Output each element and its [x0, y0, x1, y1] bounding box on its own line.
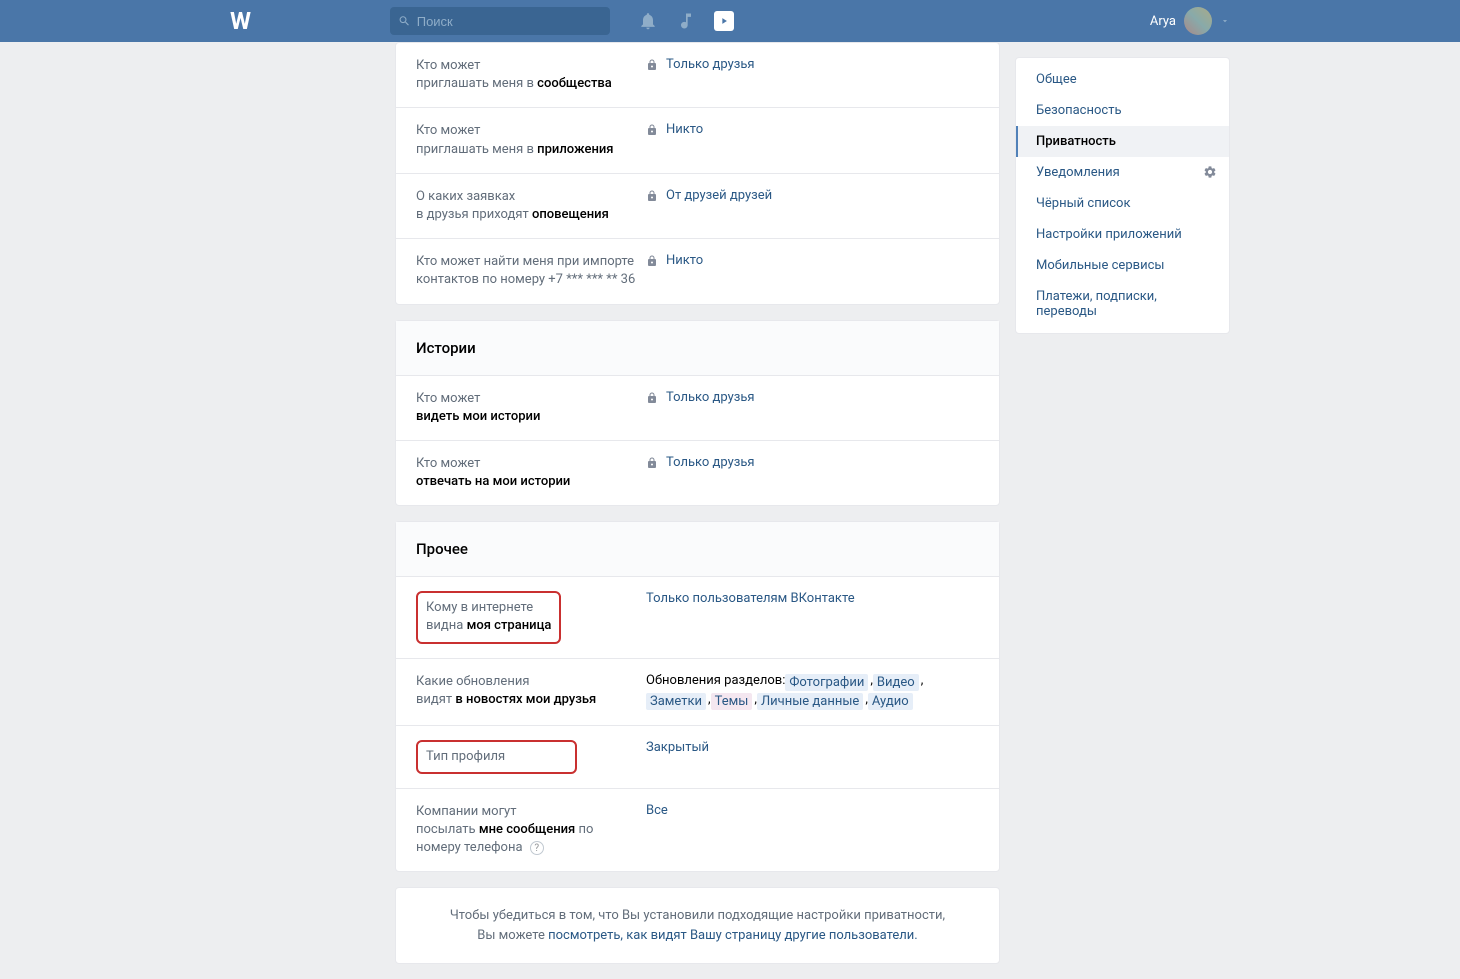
nav-item[interactable]: Платежи, подписки, переводы: [1016, 281, 1229, 327]
privacy-row: Кто можетвидеть мои историиТолько друзья: [396, 376, 999, 441]
privacy-row: Кто может найти меня при импортеконтакто…: [396, 239, 999, 303]
update-tag[interactable]: Фотографии: [785, 674, 868, 691]
section-title-other: Прочее: [396, 522, 999, 577]
header: W Arya: [0, 0, 1460, 42]
privacy-row: Кто можетприглашать меня в сообществаТол…: [396, 43, 999, 108]
update-tag[interactable]: Аудио: [868, 693, 913, 710]
section-title-stories: Истории: [396, 321, 999, 376]
profile-type-value[interactable]: Закрытый: [646, 740, 709, 755]
search-icon: [398, 14, 411, 28]
video-icon[interactable]: [714, 11, 734, 31]
privacy-value[interactable]: Только друзья: [666, 455, 755, 470]
updates-prefix: Обновления разделов:: [646, 673, 785, 688]
page-visibility-value[interactable]: Только пользователям ВКонтакте: [646, 591, 855, 606]
footer-text: Чтобы убедиться в том, что Вы установили…: [450, 908, 945, 923]
privacy-row: О каких заявкахв друзья приходят оповеще…: [396, 174, 999, 239]
updates-row: Какие обновления видят в новостях мои др…: [396, 659, 999, 726]
profile-type-row: Тип профиля Закрытый: [396, 726, 999, 789]
stories-panel: Истории Кто можетвидеть мои историиТольк…: [395, 320, 1000, 507]
highlight-box: Кому в интернете видна моя страница: [416, 591, 561, 643]
gear-icon[interactable]: [1203, 165, 1217, 179]
sidebar: ОбщееБезопасностьПриватностьУведомленияЧ…: [1015, 42, 1230, 979]
search-box[interactable]: [390, 7, 610, 35]
lock-icon: [646, 190, 658, 202]
companies-value[interactable]: Все: [646, 803, 668, 818]
other-panel: Прочее Кому в интернете видна моя страни…: [395, 521, 1000, 872]
music-icon[interactable]: [676, 11, 696, 31]
avatar: [1184, 7, 1212, 35]
highlight-box: Тип профиля: [416, 740, 577, 774]
update-tag[interactable]: Видео: [873, 674, 919, 691]
search-input[interactable]: [417, 14, 602, 29]
privacy-row: Кто можетприглашать меня в приложенияНик…: [396, 108, 999, 173]
nav-panel: ОбщееБезопасностьПриватностьУведомленияЧ…: [1015, 57, 1230, 334]
lock-icon: [646, 59, 658, 71]
lock-icon: [646, 392, 658, 404]
nav-item[interactable]: Общее: [1016, 64, 1229, 95]
notifications-icon[interactable]: [638, 11, 658, 31]
user-menu[interactable]: Arya: [1150, 7, 1230, 35]
privacy-value[interactable]: Никто: [666, 122, 703, 137]
contact-settings-panel: Кто можетприглашать меня в сообществаТол…: [395, 42, 1000, 305]
lock-icon: [646, 124, 658, 136]
update-tag[interactable]: Заметки: [646, 693, 706, 710]
footer-text: Вы можете: [477, 928, 548, 943]
main-content: Кто можетприглашать меня в сообществаТол…: [395, 42, 1000, 979]
privacy-value[interactable]: Никто: [666, 253, 703, 268]
nav-item[interactable]: Уведомления: [1016, 157, 1229, 188]
vk-logo[interactable]: W: [230, 7, 250, 35]
nav-item[interactable]: Чёрный список: [1016, 188, 1229, 219]
nav-item[interactable]: Приватность: [1016, 126, 1229, 157]
user-name: Arya: [1150, 14, 1176, 29]
privacy-value[interactable]: Только друзья: [666, 57, 755, 72]
privacy-value[interactable]: От друзей друзей: [666, 188, 772, 203]
footer-panel: Чтобы убедиться в том, что Вы установили…: [395, 887, 1000, 964]
chevron-down-icon: [1220, 16, 1230, 26]
nav-item[interactable]: Безопасность: [1016, 95, 1229, 126]
companies-row: Компании могут посылать мне сообщения по…: [396, 789, 999, 872]
lock-icon: [646, 457, 658, 469]
privacy-value[interactable]: Только друзья: [666, 390, 755, 405]
nav-item[interactable]: Мобильные сервисы: [1016, 250, 1229, 281]
lock-icon: [646, 255, 658, 267]
preview-link[interactable]: посмотреть, как видят Вашу страницу друг…: [548, 928, 918, 943]
update-tag[interactable]: Личные данные: [757, 693, 863, 710]
update-tag[interactable]: Темы: [711, 693, 753, 710]
page-visibility-row: Кому в интернете видна моя страница Толь…: [396, 577, 999, 658]
help-icon[interactable]: ?: [530, 841, 544, 855]
privacy-row: Кто можетотвечать на мои историиТолько д…: [396, 441, 999, 505]
nav-item[interactable]: Настройки приложений: [1016, 219, 1229, 250]
